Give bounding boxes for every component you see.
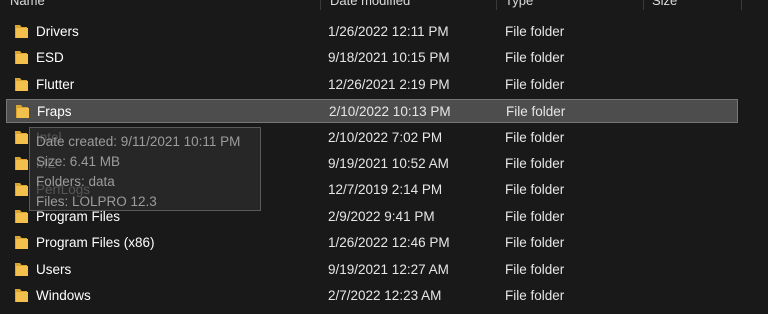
column-size[interactable]: Size (652, 0, 677, 8)
file-row[interactable]: Program Files (x86) 1/26/2022 12:46 PM Fil… (6, 231, 738, 255)
date-modified: 12/26/2021 2:19 PM (328, 76, 450, 92)
folder-icon (15, 157, 28, 170)
column-separator[interactable] (741, 0, 742, 10)
folder-icon (15, 236, 28, 250)
file-name[interactable]: Flutter (36, 77, 74, 93)
file-type: File folder (505, 129, 565, 145)
column-date-modified[interactable]: Date modified (330, 0, 410, 8)
folder-icon (15, 25, 28, 38)
column-separator[interactable] (496, 0, 497, 10)
file-name[interactable]: ESD (36, 50, 64, 66)
file-name[interactable]: Drivers (36, 24, 79, 40)
folder-icon (16, 105, 29, 119)
tooltip-date-created: Date created: 9/11/2021 10:11 PM (36, 134, 241, 149)
file-type: File folder (505, 235, 565, 251)
file-type: File folder (505, 50, 565, 66)
file-type: File folder (505, 261, 565, 277)
folder-icon (15, 51, 28, 65)
column-separator[interactable] (643, 0, 644, 10)
folder-info-tooltip: Date created: 9/11/2021 10:11 PM Size: 6… (29, 127, 261, 211)
date-modified: 2/10/2022 10:13 PM (329, 104, 451, 120)
date-modified: 1/26/2022 12:11 PM (328, 24, 449, 39)
file-row[interactable]: ESD 9/18/2021 10:15 PM File folder (6, 46, 738, 70)
file-row[interactable]: Drivers 1/26/2022 12:11 PM File folder (6, 20, 738, 44)
file-row[interactable]: Users 9/19/2021 12:27 AM File folder (6, 258, 738, 282)
date-modified: 9/18/2021 10:15 PM (328, 50, 450, 66)
file-name[interactable]: Fraps (37, 104, 72, 120)
date-modified: 12/7/2019 2:14 PM (328, 182, 443, 198)
folder-icon (15, 183, 28, 197)
file-row[interactable]: Fraps 2/10/2022 10:13 PM File folder (6, 99, 738, 124)
file-type: File folder (505, 208, 565, 224)
tooltip-size: Size: 6.41 MB (36, 154, 121, 169)
tooltip-files: Files: LOLPRO 12.3 (36, 194, 157, 209)
file-type: File folder (505, 182, 565, 198)
column-type[interactable]: Type (505, 0, 533, 8)
tooltip-folders: Folders: data (36, 174, 115, 189)
file-name[interactable]: Windows (36, 288, 91, 304)
folder-icon (15, 262, 28, 276)
file-row[interactable]: Windows 2/7/2022 12:23 AM File folder (6, 284, 738, 308)
folder-icon (15, 130, 28, 144)
file-type: File folder (505, 156, 565, 171)
file-row[interactable]: Flutter 12/26/2021 2:19 PM File folder (6, 73, 738, 97)
date-modified: 1/26/2022 12:46 PM (328, 235, 450, 251)
date-modified: 2/10/2022 7:02 PM (328, 129, 443, 145)
date-modified: 2/9/2022 9:41 PM (328, 208, 435, 224)
file-explorer: Name Date modified Type Size Drivers 1/26… (0, 0, 768, 314)
file-name[interactable]: Users (36, 262, 71, 278)
date-modified: 2/7/2022 12:23 AM (328, 288, 442, 303)
column-header: Name Date modified Type Size (0, 0, 768, 12)
folder-icon (15, 77, 28, 91)
file-name[interactable]: Program Files (x86) (36, 235, 155, 251)
date-modified: 9/19/2021 12:27 AM (328, 261, 449, 277)
file-type: File folder (505, 24, 565, 39)
folder-icon (15, 289, 28, 302)
folder-icon (15, 209, 28, 223)
column-separator[interactable] (320, 0, 321, 10)
file-type: File folder (505, 288, 565, 303)
column-name[interactable]: Name (10, 0, 45, 8)
file-type: File folder (505, 76, 565, 92)
file-type: File folder (506, 104, 566, 120)
date-modified: 9/19/2021 10:52 AM (328, 156, 449, 171)
